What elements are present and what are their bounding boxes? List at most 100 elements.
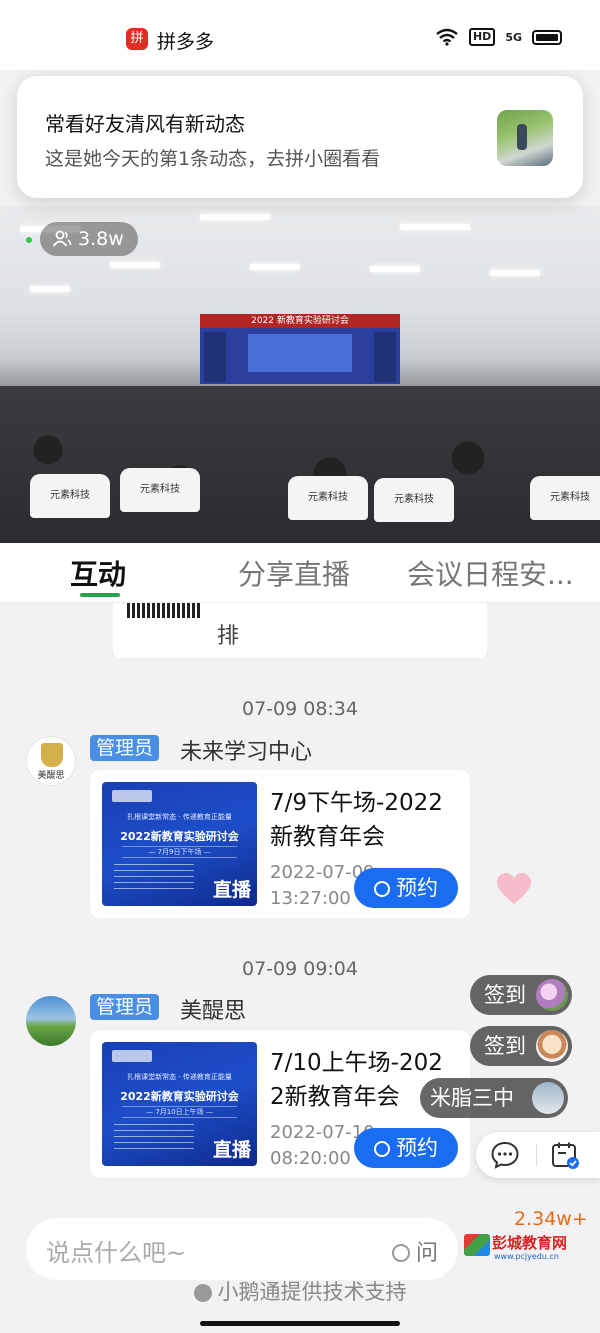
user-join-bubble: 米脂三中 — [420, 1078, 568, 1118]
checkin-label: 签到 — [484, 1034, 526, 1058]
ceiling-light — [490, 270, 540, 276]
poster-title: 2022新教育实验研讨会 — [120, 1090, 239, 1103]
previous-message-card[interactable]: 排 — [113, 600, 487, 658]
stage-side-panel — [204, 332, 226, 382]
tech-support-note: 小鹅通提供技术支持 — [0, 1276, 600, 1306]
poster-slogan: 扎根课堂新常态 · 传递教育正能量 — [127, 813, 232, 821]
live-label: 直播 — [212, 879, 251, 901]
meits-crest-icon — [41, 743, 63, 767]
alarm-clock-icon — [374, 881, 390, 897]
tab-agenda[interactable]: 会议日程安... — [407, 553, 574, 593]
ask-question-button[interactable]: 问 — [391, 1235, 438, 1267]
poster-session: — 7月9日下午场 — — [122, 846, 237, 858]
bottom-bar: 2.34w+ 说点什么吧~ 问 彭城教育网 www.pcjyedu.cn 小鹅通… — [0, 1200, 600, 1333]
notification-body: 这是她今天的第1条动态，去拼小圈看看 — [45, 148, 381, 170]
chair-back: 元素科技 — [530, 476, 600, 520]
chair-back: 元素科技 — [288, 476, 368, 520]
user-avatar — [536, 979, 568, 1011]
poster-logo — [112, 790, 152, 802]
active-tab-indicator — [80, 593, 120, 597]
support-text: 小鹅通提供技术支持 — [217, 1280, 407, 1304]
viewer-count: 3.8w — [78, 228, 124, 250]
event-poster: 扎根课堂新常态 · 传递教育正能量 2022新教育实验研讨会 — 7月10日上午… — [102, 1042, 257, 1166]
question-icon — [391, 1244, 410, 1262]
5g-signal-icon: 5G — [505, 30, 522, 44]
chair-back: 元素科技 — [120, 468, 200, 512]
calendar-check-icon[interactable] — [550, 1140, 580, 1170]
system-icons: HD 5G — [435, 28, 562, 46]
ceiling-light — [200, 214, 270, 220]
tab-share-live[interactable]: 分享直播 — [238, 553, 350, 593]
notification-title: 常看好友清风有新动态 — [45, 112, 245, 136]
watermark-name: 彭城教育网 — [492, 1234, 568, 1252]
sender-avatar[interactable]: 美醍思 — [26, 736, 76, 786]
live-event-card[interactable]: 扎根课堂新常态 · 传递教育正能量 2022新教育实验研讨会 — 7月10日上午… — [90, 1030, 470, 1178]
stage-screen — [248, 334, 352, 372]
admin-badge: 管理员 — [90, 994, 160, 1020]
avatar-label: 美醍思 — [37, 771, 65, 781]
people-icon — [52, 230, 72, 247]
watermark-logo-icon — [464, 1234, 490, 1256]
reserve-button[interactable]: 预约 — [354, 1128, 458, 1168]
chair-back: 元素科技 — [30, 474, 110, 518]
message-timestamp: 07-09 08:34 — [241, 698, 358, 720]
tab-interaction[interactable]: 互动 — [70, 553, 126, 593]
viewer-count-badge: 3.8w — [40, 222, 138, 256]
ceiling-light — [110, 262, 160, 268]
sender-avatar[interactable] — [26, 996, 76, 1046]
comment-input[interactable]: 说点什么吧~ 问 — [26, 1218, 458, 1280]
poster-organizer-lines — [114, 864, 194, 890]
poster-organizer-lines — [114, 1124, 194, 1150]
partial-card-text: 排 — [217, 624, 240, 649]
user-avatar — [536, 1030, 568, 1062]
join-user-name: 米脂三中 — [430, 1086, 514, 1110]
event-poster: 扎根课堂新常态 · 传递教育正能量 2022新教育实验研讨会 — 7月9日下午场… — [102, 782, 257, 906]
sender-name: 未来学习中心 — [180, 740, 313, 765]
sender-name: 美醍思 — [180, 999, 247, 1024]
ceiling-light — [400, 224, 470, 230]
poster-title: 2022新教育实验研讨会 — [120, 830, 239, 843]
home-indicator[interactable] — [200, 1321, 400, 1326]
reserve-button[interactable]: 预约 — [354, 868, 458, 908]
ceiling-light — [30, 286, 70, 292]
like-count: 2.34w+ — [514, 1208, 588, 1230]
toolbar-divider — [536, 1144, 537, 1166]
conference-stage: 2022 新教育实验研讨会 — [200, 314, 400, 384]
ceiling-light — [250, 264, 300, 270]
hd-icon: HD — [468, 28, 496, 46]
chair-back: 元素科技 — [374, 478, 454, 522]
side-toolbar — [476, 1132, 600, 1178]
checkin-bubble: 签到 — [470, 1026, 572, 1066]
live-video-player[interactable]: 2022 新教育实验研讨会 元素科技 元素科技 元素科技 元素科技 元素科技 3… — [0, 206, 600, 543]
reserve-label: 预约 — [396, 1136, 438, 1160]
poster-logo — [112, 1050, 152, 1062]
poster-session: — 7月10日上午场 — — [122, 1106, 237, 1118]
friend-update-notification[interactable]: 常看好友清风有新动态 这是她今天的第1条动态，去拼小圈看看 — [17, 76, 583, 198]
tab-bar: 互动 分享直播 会议日程安... — [0, 543, 600, 603]
event-title: 7/9下午场-2022新教育年会 — [270, 790, 443, 850]
stage-banner: 2022 新教育实验研讨会 — [200, 314, 400, 328]
checkin-label: 签到 — [484, 983, 526, 1007]
poster-slogan: 扎根课堂新常态 · 传递教育正能量 — [127, 1073, 232, 1081]
status-bar: 拼 拼多多 HD 5G — [0, 0, 600, 70]
ceiling-light — [370, 266, 420, 272]
live-indicator-dot — [26, 237, 32, 243]
live-event-card[interactable]: 扎根课堂新常态 · 传递教育正能量 2022新教育实验研讨会 — 7月9日下午场… — [90, 770, 470, 918]
xiaoetong-logo-icon — [193, 1284, 212, 1302]
heart-icon — [497, 873, 531, 904]
checkin-bubble: 签到 — [470, 975, 572, 1015]
battery-icon — [532, 29, 562, 45]
app-name: 拼多多 — [157, 31, 215, 53]
reserve-label: 预约 — [396, 876, 438, 900]
live-label: 直播 — [212, 1139, 251, 1161]
ask-label: 问 — [415, 1241, 438, 1266]
pinduoduo-app-icon[interactable]: 拼 — [126, 28, 148, 50]
admin-badge: 管理员 — [90, 735, 160, 761]
watermark-url: www.pcjyedu.cn — [494, 1252, 559, 1261]
comment-placeholder: 说点什么吧~ — [46, 1239, 187, 1267]
user-avatar — [532, 1082, 564, 1114]
alarm-clock-icon — [374, 1141, 390, 1157]
site-watermark: 彭城教育网 www.pcjyedu.cn — [462, 1230, 582, 1266]
stage-side-panel — [374, 332, 396, 382]
chat-bubble-icon[interactable] — [490, 1140, 520, 1170]
